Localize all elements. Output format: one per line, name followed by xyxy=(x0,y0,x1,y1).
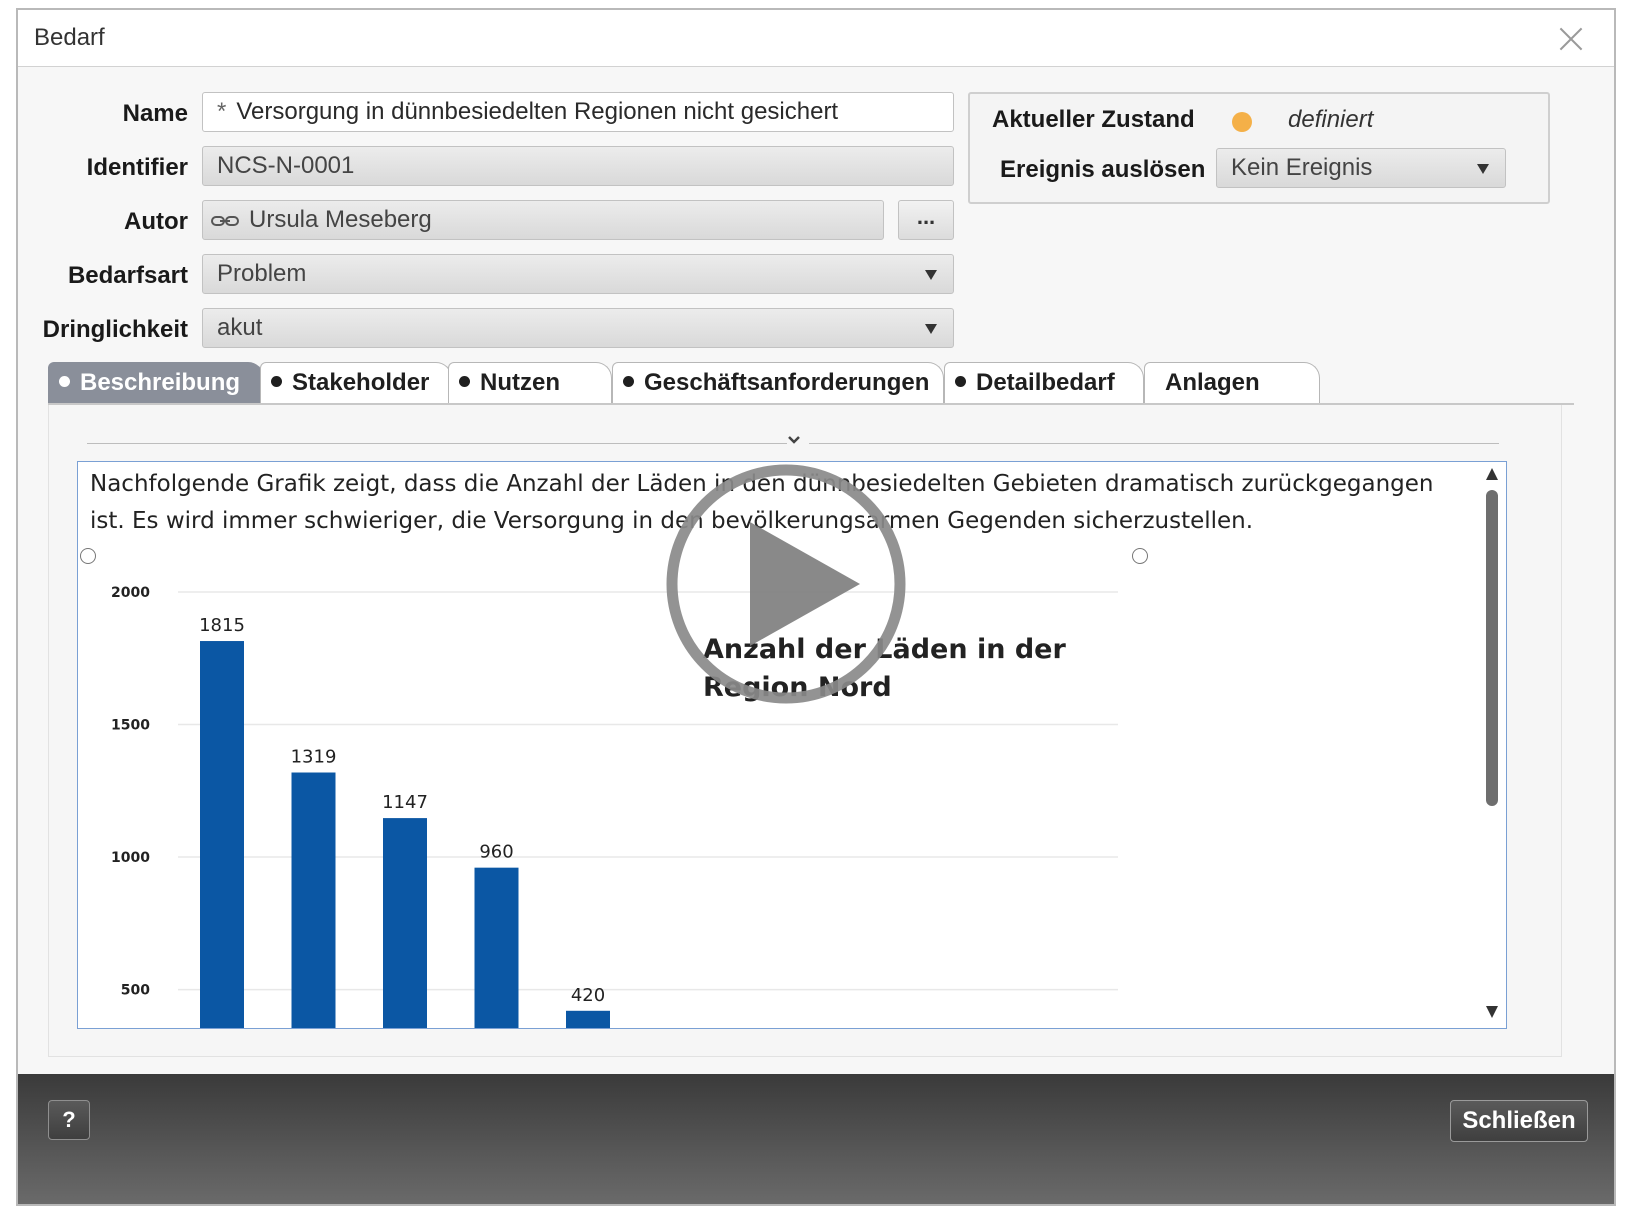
state-panel: Aktueller Zustand definiert Ereignis aus… xyxy=(968,92,1550,204)
bullet-icon xyxy=(59,376,70,387)
tab-label: Nutzen xyxy=(480,369,560,396)
trigger-event-label: Ereignis auslösen xyxy=(1000,156,1206,183)
tab-label: Beschreibung xyxy=(80,369,241,396)
scrollbar-thumb[interactable] xyxy=(1486,490,1498,806)
bullet-icon xyxy=(623,376,634,387)
autor-label: Autor xyxy=(124,208,188,235)
tab-nutzen[interactable]: Nutzen xyxy=(448,362,612,404)
dringlichkeit-value: akut xyxy=(217,314,263,341)
chart-bar xyxy=(291,772,336,1028)
chevron-down-icon xyxy=(1477,164,1489,174)
title-bar: Bedarf xyxy=(18,10,1614,67)
autor-field[interactable]: Ursula Meseberg xyxy=(202,200,884,240)
current-state-label: Aktueller Zustand xyxy=(992,106,1195,133)
name-field[interactable]: * Versorgung in dünnbesiedelten Regionen … xyxy=(202,92,954,132)
description-panel: Nachfolgende Grafik zeigt, dass die Anza… xyxy=(48,405,1562,1057)
tab-geschaeftsanforderungen[interactable]: Geschäftsanforderungen xyxy=(612,362,944,404)
close-icon[interactable] xyxy=(1558,26,1584,52)
status-dot-icon xyxy=(1232,112,1252,132)
tab-label: Anlagen xyxy=(1165,369,1260,396)
chart-bar xyxy=(474,867,519,1028)
bar-data-label: 1147 xyxy=(382,792,428,813)
event-select[interactable]: Kein Ereignis xyxy=(1216,148,1506,188)
dringlichkeit-select[interactable]: akut xyxy=(202,308,954,348)
chevron-down-icon[interactable] xyxy=(787,433,801,447)
required-icon: * xyxy=(217,98,227,125)
tab-beschreibung[interactable]: Beschreibung xyxy=(48,362,264,404)
scroll-up-icon[interactable] xyxy=(1486,468,1498,480)
rich-text-editor[interactable]: Nachfolgende Grafik zeigt, dass die Anza… xyxy=(77,461,1507,1029)
tab-bar: Beschreibung Stakeholder Nutzen Geschäft… xyxy=(48,362,1574,404)
help-button[interactable]: ? xyxy=(48,1100,90,1140)
y-tick-label: 2000 xyxy=(111,585,150,601)
y-tick-label: 500 xyxy=(121,983,150,999)
chart-bar xyxy=(383,818,427,1028)
name-label: Name xyxy=(122,100,188,127)
identifier-field[interactable]: NCS-N-0001 xyxy=(202,146,954,186)
event-value: Kein Ereignis xyxy=(1231,154,1373,181)
divider xyxy=(87,443,787,444)
bedarf-dialog: Bedarf Name * Versorgung in dünnbesiedelt… xyxy=(16,8,1616,1206)
tab-label: Stakeholder xyxy=(292,369,430,396)
bar-chart: 500 1000 1500 2000 1815 1319 1147 960 420 Anzah… xyxy=(88,562,1128,1028)
chevron-down-icon xyxy=(925,270,937,280)
dialog-title: Bedarf xyxy=(34,24,105,51)
bullet-icon xyxy=(459,376,470,387)
bedarfsart-label: Bedarfsart xyxy=(67,262,188,289)
bullet-icon xyxy=(955,376,966,387)
tab-anlagen[interactable]: Anlagen xyxy=(1144,362,1320,404)
tab-detailbedarf[interactable]: Detailbedarf xyxy=(944,362,1144,404)
footer-bar: ? Schließen xyxy=(18,1074,1614,1204)
dringlichkeit-label: Dringlichkeit xyxy=(42,316,188,343)
tab-label: Detailbedarf xyxy=(976,369,1115,396)
bar-data-label: 420 xyxy=(571,985,605,1006)
scroll-down-icon[interactable] xyxy=(1486,1006,1498,1018)
chart-svg: 500100015002000 181513191147960420 Anzah… xyxy=(111,585,1118,1028)
chart-bar xyxy=(200,641,244,1028)
link-icon xyxy=(211,216,239,226)
bar-data-label: 960 xyxy=(479,842,513,863)
divider xyxy=(809,443,1499,444)
tab-stakeholder[interactable]: Stakeholder xyxy=(260,362,452,404)
chevron-down-icon xyxy=(925,324,937,334)
name-value: Versorgung in dünnbesiedelten Regionen n… xyxy=(236,98,839,125)
chart-bar xyxy=(566,1010,610,1028)
current-state-value: definiert xyxy=(1288,106,1374,133)
y-tick-label: 1500 xyxy=(111,718,150,734)
bedarfsart-select[interactable]: Problem xyxy=(202,254,954,294)
select-author-button[interactable]: ... xyxy=(898,200,954,240)
resize-handle[interactable] xyxy=(1132,548,1148,564)
identifier-label: Identifier xyxy=(86,154,188,181)
close-button[interactable]: Schließen xyxy=(1450,1100,1588,1142)
bar-data-label: 1319 xyxy=(291,747,337,768)
bedarfsart-value: Problem xyxy=(217,260,307,287)
tab-label: Geschäftsanforderungen xyxy=(644,369,930,396)
identifier-value: NCS-N-0001 xyxy=(217,152,355,179)
bullet-icon xyxy=(271,376,282,387)
bar-data-label: 1815 xyxy=(199,615,245,636)
y-tick-label: 1000 xyxy=(111,850,150,866)
autor-value: Ursula Meseberg xyxy=(249,206,432,233)
play-icon[interactable] xyxy=(666,464,906,704)
